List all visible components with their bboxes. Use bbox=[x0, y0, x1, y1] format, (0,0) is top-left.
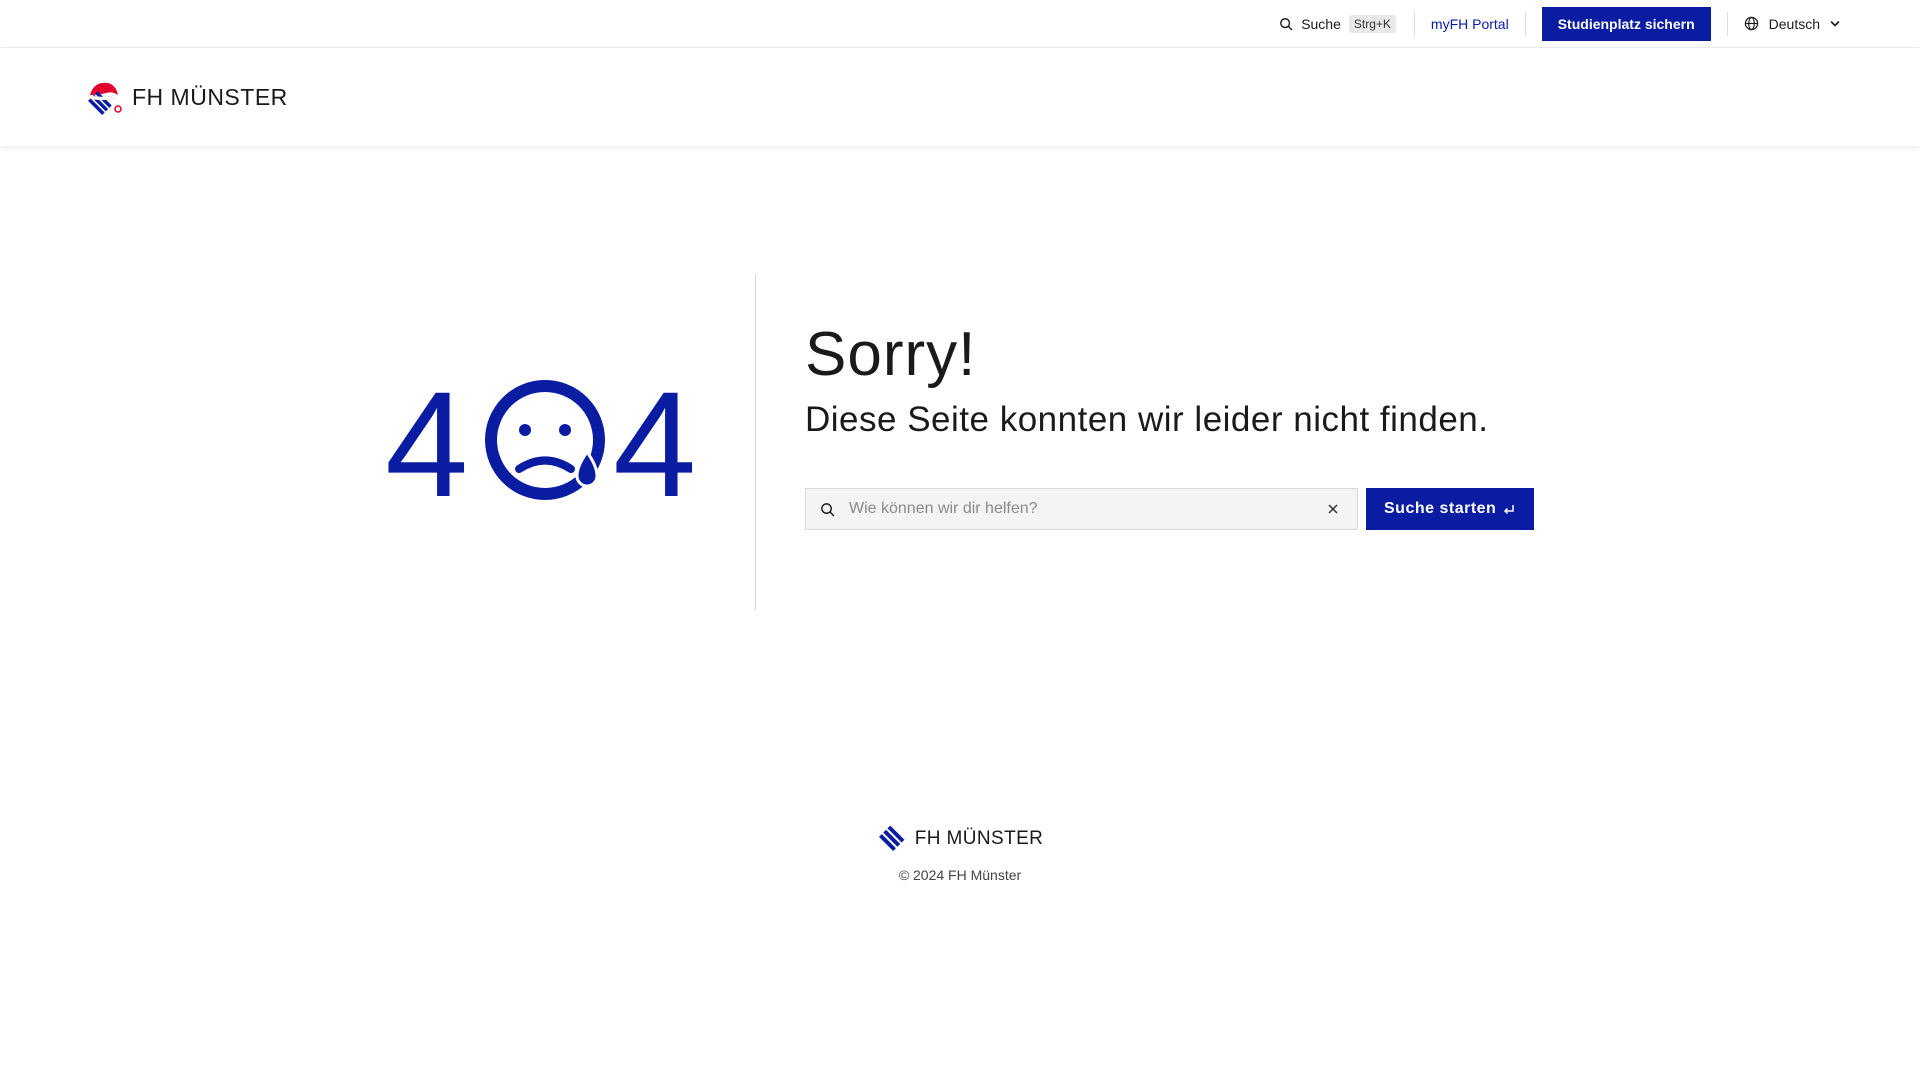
main-header: FH MÜNSTER bbox=[0, 48, 1920, 146]
sad-face-icon bbox=[485, 380, 605, 500]
language-selector[interactable]: Deutsch bbox=[1728, 16, 1840, 32]
search-icon bbox=[821, 502, 835, 516]
fh-logo-mark-icon bbox=[878, 825, 905, 852]
error-title: Sorry! bbox=[805, 320, 977, 389]
error-subtitle: Diese Seite konnten wir leider nicht fin… bbox=[805, 400, 1489, 439]
vertical-divider bbox=[755, 274, 756, 610]
utility-divider bbox=[1524, 11, 1526, 36]
enter-icon bbox=[1504, 505, 1515, 515]
error-code-left: 4 bbox=[385, 374, 468, 504]
footer: FH MÜNSTER © 2024 FH Münster bbox=[0, 825, 1920, 883]
utility-bar: Suche Strg+K myFH Portal Studienplatz si… bbox=[0, 0, 1920, 48]
search-start-label: Suche starten bbox=[1384, 500, 1497, 517]
studienplatz-sichern-button[interactable]: Studienplatz sichern bbox=[1541, 6, 1711, 41]
error-search-box[interactable] bbox=[805, 488, 1358, 530]
globe-icon bbox=[1744, 16, 1758, 31]
search-start-button[interactable]: Suche starten bbox=[1366, 488, 1535, 530]
utility-search[interactable]: Suche Strg+K bbox=[1279, 0, 1414, 48]
error-code-right: 4 bbox=[613, 374, 696, 504]
chevron-down-icon bbox=[1830, 20, 1840, 27]
search-shortcut-badge: Strg+K bbox=[1348, 14, 1396, 33]
error-search-row: Suche starten bbox=[805, 488, 1535, 530]
utility-search-label: Suche bbox=[1301, 15, 1341, 32]
close-icon bbox=[1328, 504, 1338, 514]
myfh-portal-link[interactable]: myFH Portal bbox=[1415, 16, 1525, 32]
language-label: Deutsch bbox=[1768, 15, 1820, 32]
error-404-graphic: 4 4 bbox=[385, 374, 696, 504]
fh-muenster-logo[interactable]: FH MÜNSTER bbox=[82, 77, 288, 117]
search-icon bbox=[1280, 17, 1293, 30]
error-search-input[interactable] bbox=[847, 499, 1311, 519]
copyright-text: © 2024 FH Münster bbox=[898, 867, 1022, 883]
footer-logo[interactable]: FH MÜNSTER bbox=[877, 825, 1044, 853]
utility-search-button[interactable]: Suche Strg+K bbox=[1279, 14, 1414, 33]
footer-logo-text: FH MÜNSTER bbox=[914, 828, 1044, 849]
error-text-block: Sorry! Diese Seite konnten wir leider ni… bbox=[805, 320, 1535, 530]
clear-search-button[interactable] bbox=[1323, 499, 1343, 519]
fh-logo-mark-icon bbox=[87, 82, 122, 115]
error-content: 4 4 Sorry! Diese Seite konnten wir leide… bbox=[0, 274, 1920, 610]
logo-text: FH MÜNSTER bbox=[132, 83, 288, 110]
